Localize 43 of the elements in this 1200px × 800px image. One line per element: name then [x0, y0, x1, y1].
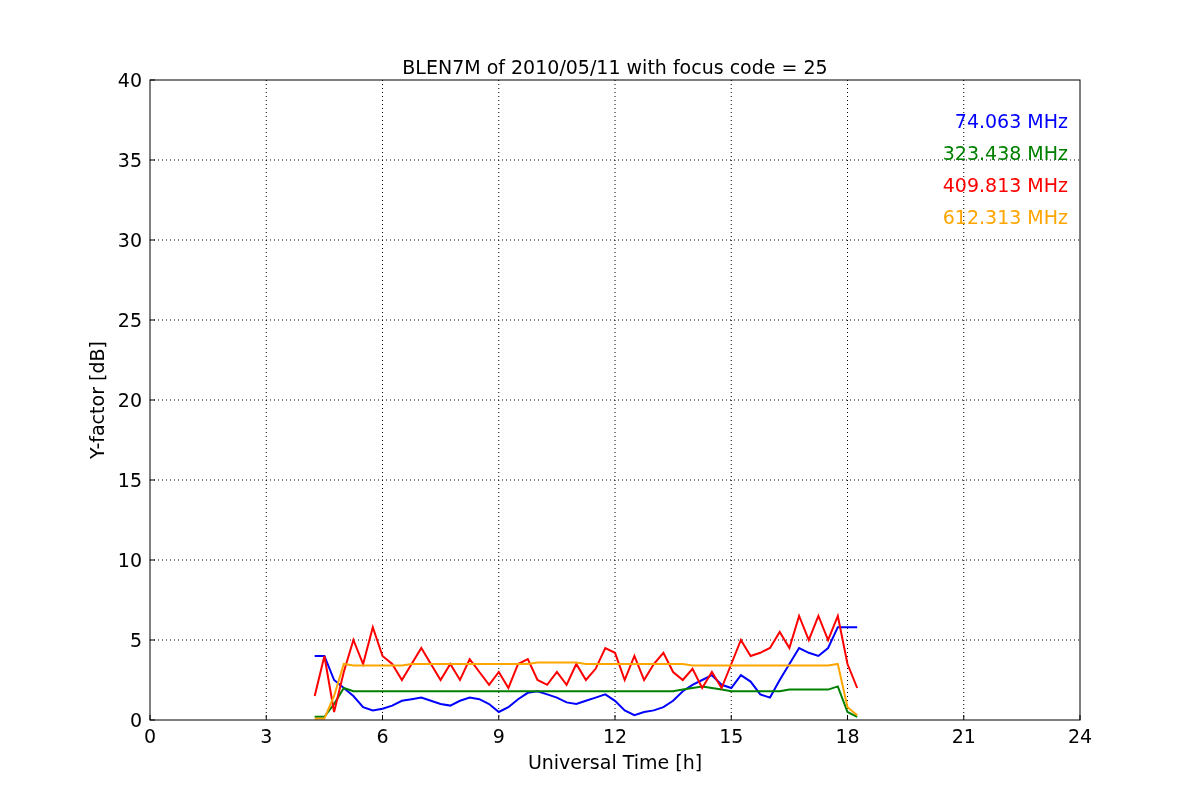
y-tick-label: 20 [117, 389, 142, 411]
x-tick-mark [382, 714, 383, 721]
x-tick-label: 15 [719, 725, 744, 747]
chart-title: BLEN7M of 2010/05/11 with focus code = 25 [402, 56, 828, 78]
y-tick-mark [149, 719, 156, 721]
x-tick-mark [1079, 714, 1081, 721]
y-tick-mark [149, 319, 156, 321]
y-tick-label: 15 [117, 469, 142, 491]
y-tick-mark [149, 79, 156, 81]
legend-label: 409.813 MHz [942, 174, 1068, 196]
y-axis-label: Y-factor [dB] [86, 341, 108, 459]
y-tick-mark [149, 159, 156, 161]
y-tick-label: 0 [129, 709, 142, 731]
y-tick-mark [149, 559, 156, 561]
x-tick-label: 21 [951, 725, 976, 747]
legend-label: 612.313 MHz [942, 206, 1068, 228]
x-tick-label: 18 [835, 725, 860, 747]
x-tick-mark [847, 714, 848, 721]
x-tick-mark [498, 714, 500, 721]
legend-label: 74.063 MHz [954, 110, 1068, 132]
x-tick-label: 0 [143, 725, 157, 747]
x-tick-mark [149, 714, 151, 721]
y-tick-label: 25 [117, 309, 142, 331]
x-axis-label: Universal Time [h] [527, 751, 703, 773]
y-tick-label: 5 [129, 629, 142, 651]
x-tick-label: 6 [376, 725, 389, 747]
y-tick-mark [149, 479, 156, 481]
x-tick-label: 3 [260, 725, 273, 747]
x-tick-mark [730, 714, 732, 721]
x-tick-mark [614, 714, 616, 721]
y-tick-mark [149, 399, 156, 401]
legend-label: 323.438 MHz [942, 142, 1068, 164]
y-tick-label: 35 [117, 149, 142, 171]
x-tick-label: 12 [602, 725, 628, 747]
y-tick-mark [149, 239, 156, 241]
y-tick-label: 40 [117, 69, 142, 91]
x-tick-label: 24 [1067, 725, 1093, 747]
x-tick-mark [963, 714, 965, 721]
y-tick-mark [149, 639, 156, 641]
x-tick-mark [265, 714, 267, 721]
y-tick-label: 30 [117, 229, 142, 251]
y-tick-label: 10 [117, 549, 142, 571]
x-tick-label: 9 [492, 725, 505, 747]
